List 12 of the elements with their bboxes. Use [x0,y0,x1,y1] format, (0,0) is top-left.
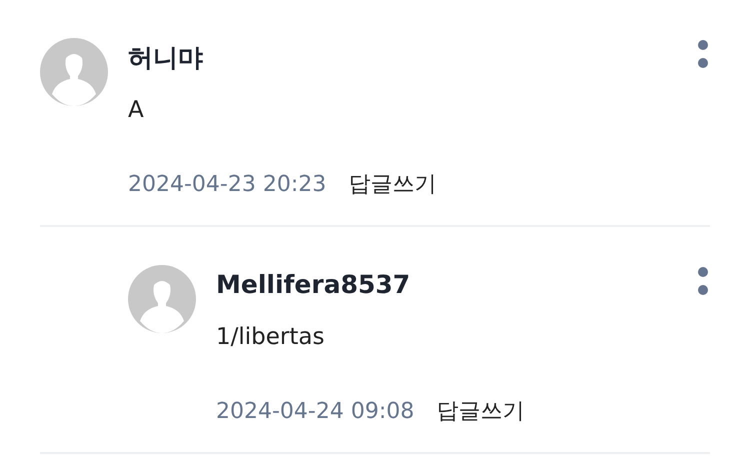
reply-link[interactable]: 답글쓰기 [348,168,436,201]
comment-date: 2024-04-24 09:08 [216,398,414,426]
reply-link[interactable]: 답글쓰기 [436,395,524,428]
comment-text: 1/libertas [216,323,326,352]
avatar-icon [40,38,108,106]
comment-text: A [128,96,145,125]
more-options-icon[interactable] [698,38,710,68]
comment-date: 2024-04-23 20:23 [128,171,326,199]
more-options-icon[interactable] [698,265,710,295]
author-name: 허니먀 [128,42,203,74]
author-name: Mellifera8537 [216,269,410,301]
avatar-icon [128,265,196,333]
